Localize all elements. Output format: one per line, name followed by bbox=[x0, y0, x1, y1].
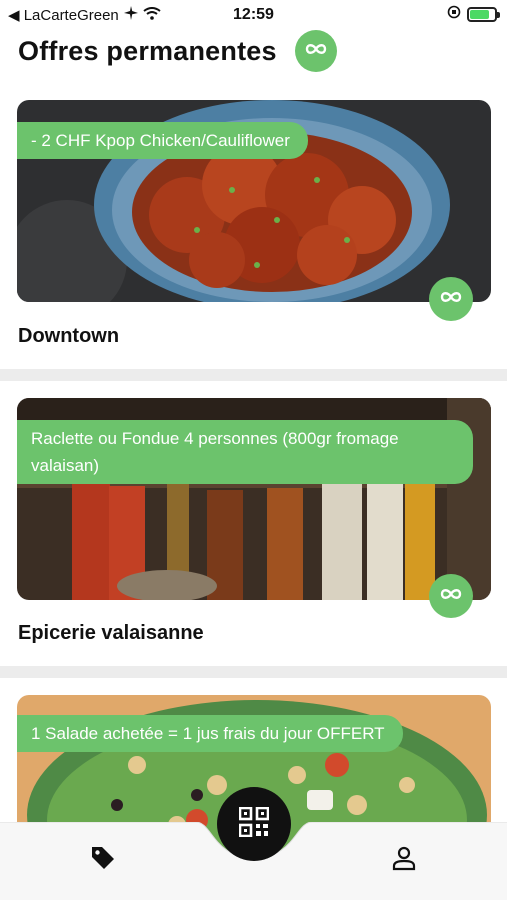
divider bbox=[0, 666, 507, 678]
tag-icon bbox=[89, 844, 117, 877]
scan-qr-button[interactable] bbox=[217, 787, 291, 861]
status-bar: ◀ LaCarteGreen 12:59 bbox=[0, 0, 507, 30]
user-icon bbox=[391, 845, 417, 876]
infinity-icon bbox=[304, 42, 328, 60]
infinity-icon bbox=[439, 587, 463, 605]
tab-offers[interactable] bbox=[85, 842, 121, 878]
infinity-badge bbox=[429, 574, 473, 618]
offer-card[interactable]: - 2 CHF Kpop Chicken/Cauliflower Downtow… bbox=[0, 100, 507, 370]
battery-icon bbox=[467, 6, 500, 22]
clock: 12:59 bbox=[233, 6, 274, 23]
qr-code-icon bbox=[238, 806, 270, 842]
offer-card[interactable]: Raclette ou Fondue 4 personnes (800gr fr… bbox=[0, 398, 507, 668]
restaurant-name: Downtown bbox=[18, 325, 120, 347]
infinity-badge bbox=[429, 277, 473, 321]
tab-profile[interactable] bbox=[386, 842, 422, 878]
battery-level bbox=[470, 9, 490, 19]
offer-banner: Raclette ou Fondue 4 personnes (800gr fr… bbox=[17, 420, 473, 484]
infinity-icon bbox=[439, 290, 463, 308]
divider bbox=[0, 369, 507, 381]
orientation-lock-icon bbox=[447, 5, 461, 23]
offer-banner: 1 Salade achetée = 1 jus frais du jour O… bbox=[17, 715, 403, 752]
offer-banner: - 2 CHF Kpop Chicken/Cauliflower bbox=[17, 122, 308, 159]
page-header: Offres permanentes bbox=[18, 30, 489, 72]
page-title: Offres permanentes bbox=[18, 35, 277, 66]
infinity-badge bbox=[294, 30, 337, 72]
restaurant-name: Epicerie valaisanne bbox=[18, 622, 204, 644]
